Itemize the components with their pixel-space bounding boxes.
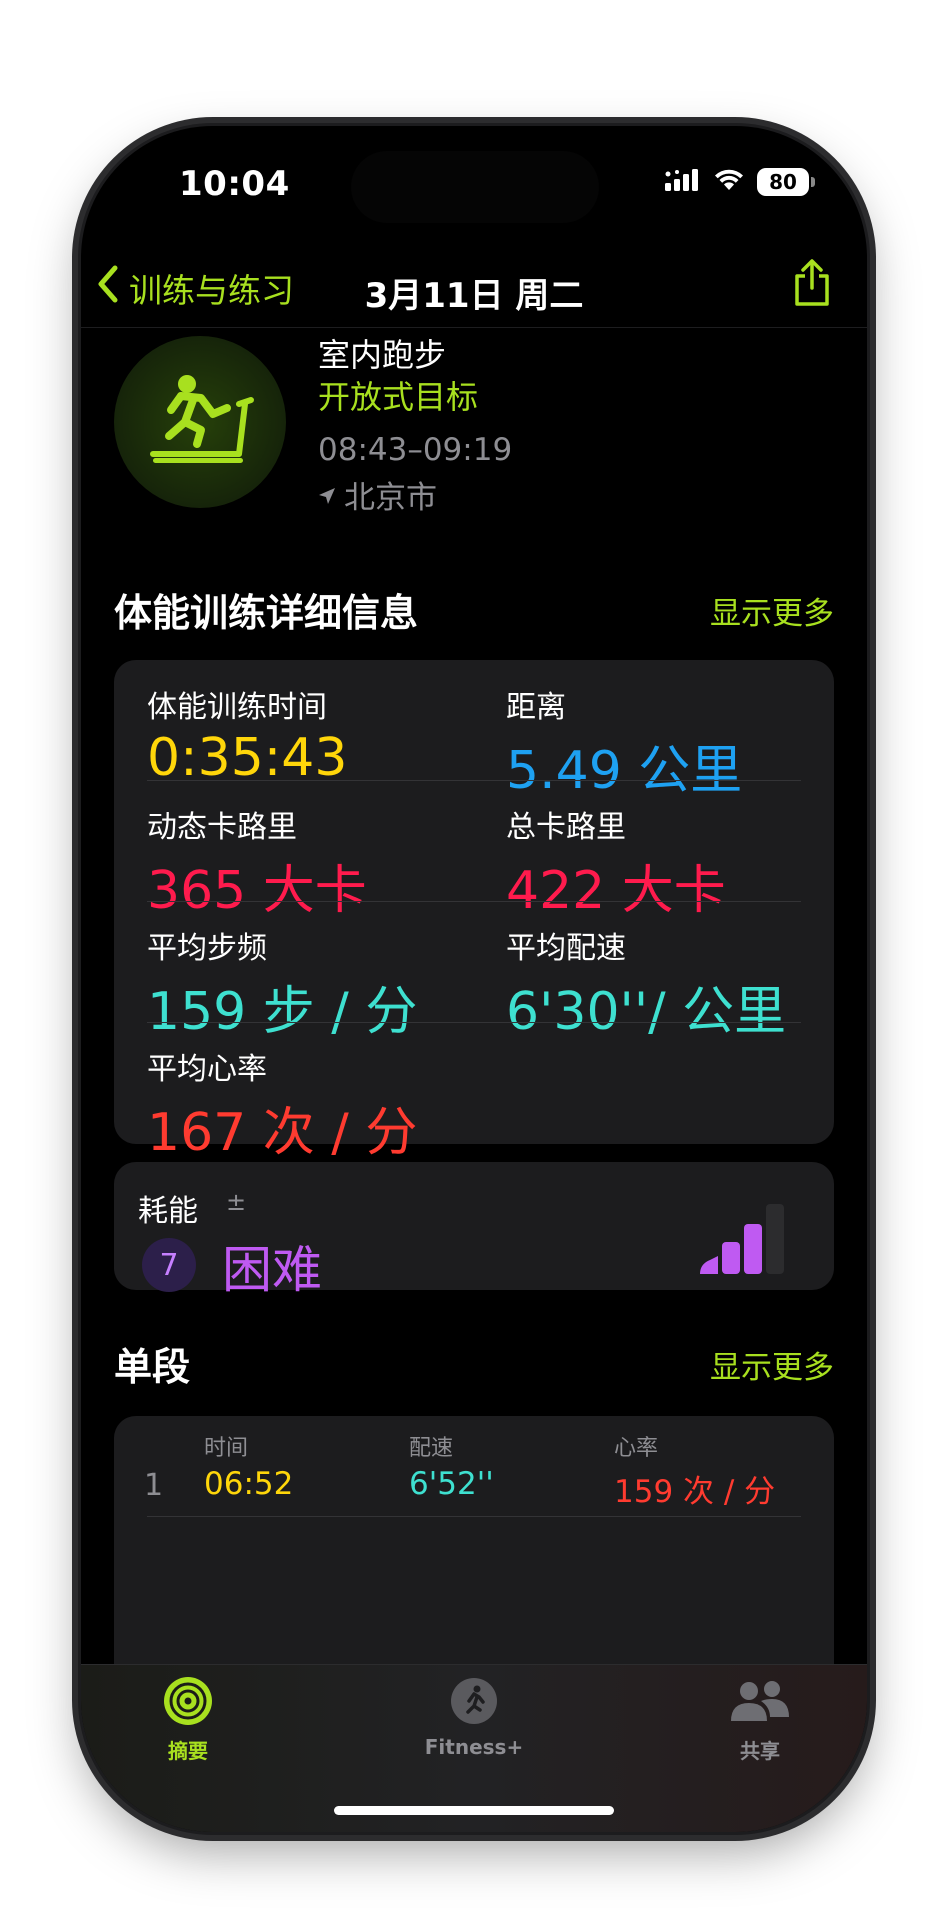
status-icons: 80 [665, 168, 815, 196]
laps-section-title: 单段 [114, 1345, 191, 1389]
laps-card[interactable]: 时间 配速 心率 1 06:52 6'52'' 159 次 / 分 [114, 1416, 834, 1664]
effort-bars-icon [698, 1202, 794, 1280]
metric-avg-cadence: 平均步频 159 步 / 分 [147, 923, 417, 1044]
effort-level-badge: 7 [142, 1238, 196, 1292]
metric-workout-time: 体能训练时间 0:35:43 [147, 682, 347, 788]
activity-rings-icon [164, 1677, 212, 1729]
divider [147, 780, 801, 781]
workout-time-range: 08:43–09:19 [318, 432, 513, 468]
tab-label: 共享 [740, 1739, 780, 1763]
effort-card[interactable]: 耗能 ± 7 困难 [114, 1162, 834, 1299]
fitness-plus-icon [450, 1678, 498, 1729]
metric-distance: 距离 5.49 公里 [506, 682, 742, 803]
metric-label: 总卡路里 [506, 810, 626, 845]
metric-label: 体能训练时间 [147, 690, 327, 725]
navigation-bar: 训练与练习 3月11日 周二 [81, 244, 867, 328]
laps-header-pace: 配速 [409, 1436, 454, 1461]
metric-value: 5.49 公里 [506, 741, 743, 801]
phone-frame: 10:04 80 训练与练习 3月11日 周二 室内跑步 开放式目标 08:43… [81, 126, 867, 1832]
sharing-people-icon [728, 1681, 792, 1729]
workout-goal: 开放式目标 [318, 378, 479, 416]
effort-level-text: 困难 [222, 1241, 322, 1299]
metric-value: 159 步 / 分 [147, 982, 418, 1042]
wifi-icon [713, 168, 745, 196]
location-label: 北京市 [344, 480, 437, 516]
laps-show-more-link[interactable]: 显示更多 [710, 1342, 834, 1387]
metric-label: 平均心率 [147, 1052, 267, 1087]
share-icon [791, 259, 833, 312]
workout-details-card[interactable]: 体能训练时间 0:35:43 距离 5.49 公里 动态卡路里 365 大卡 总… [114, 660, 834, 1163]
metric-value: 365 大卡 [147, 861, 367, 921]
tab-sharing[interactable]: 共享 [660, 1677, 860, 1764]
tab-label: Fitness+ [424, 1735, 524, 1759]
divider [147, 1022, 801, 1023]
laps-header-time: 时间 [204, 1436, 249, 1461]
divider [147, 1516, 801, 1517]
status-time: 10:04 [179, 164, 290, 204]
tab-summary[interactable]: 摘要 [88, 1677, 288, 1764]
metric-total-calories: 总卡路里 422 大卡 [506, 802, 726, 923]
page-title: 3月11日 周二 [364, 276, 584, 316]
metric-avg-pace: 平均配速 6'30''/ 公里 [506, 923, 786, 1044]
metric-value: 422 大卡 [506, 861, 726, 921]
cellular-signal-icon [665, 169, 701, 195]
lap-number: 1 [144, 1468, 164, 1503]
metric-value: 167 次 / 分 [147, 1103, 418, 1163]
treadmill-runner-icon [145, 370, 255, 474]
lap-time: 06:52 [204, 1466, 294, 1502]
effort-label: 耗能 [138, 1194, 198, 1229]
details-section-title: 体能训练详细信息 [114, 591, 419, 635]
tab-fitness-plus[interactable]: Fitness+ [374, 1677, 574, 1759]
effort-adjust-icon[interactable]: ± [226, 1188, 246, 1216]
content-scroll[interactable]: 室内跑步 开放式目标 08:43–09:19 北京市 体能训练详细信息 显示更多… [81, 328, 867, 1664]
location-arrow-icon [318, 477, 336, 513]
metric-value: 0:35:43 [147, 728, 348, 788]
metric-label: 距离 [506, 690, 566, 725]
dynamic-island [351, 151, 599, 223]
metric-label: 动态卡路里 [147, 810, 297, 845]
share-button[interactable] [791, 258, 833, 312]
home-indicator[interactable] [334, 1806, 614, 1815]
workout-type: 室内跑步 [318, 336, 447, 374]
metric-value: 6'30''/ 公里 [506, 982, 787, 1042]
metric-avg-heart-rate: 平均心率 167 次 / 分 [147, 1044, 417, 1165]
workout-location: 北京市 [318, 472, 437, 517]
metric-active-calories: 动态卡路里 365 大卡 [147, 802, 367, 923]
lap-heart-rate: 159 次 / 分 [614, 1474, 776, 1510]
lap-pace: 6'52'' [409, 1466, 494, 1502]
details-show-more-link[interactable]: 显示更多 [710, 588, 834, 633]
metric-label: 平均步频 [147, 931, 267, 966]
battery-indicator: 80 [757, 168, 815, 196]
tab-label: 摘要 [168, 1739, 208, 1763]
divider [147, 901, 801, 902]
workout-type-badge [114, 336, 286, 508]
metric-label: 平均配速 [506, 931, 626, 966]
laps-header-heart-rate: 心率 [614, 1436, 659, 1461]
